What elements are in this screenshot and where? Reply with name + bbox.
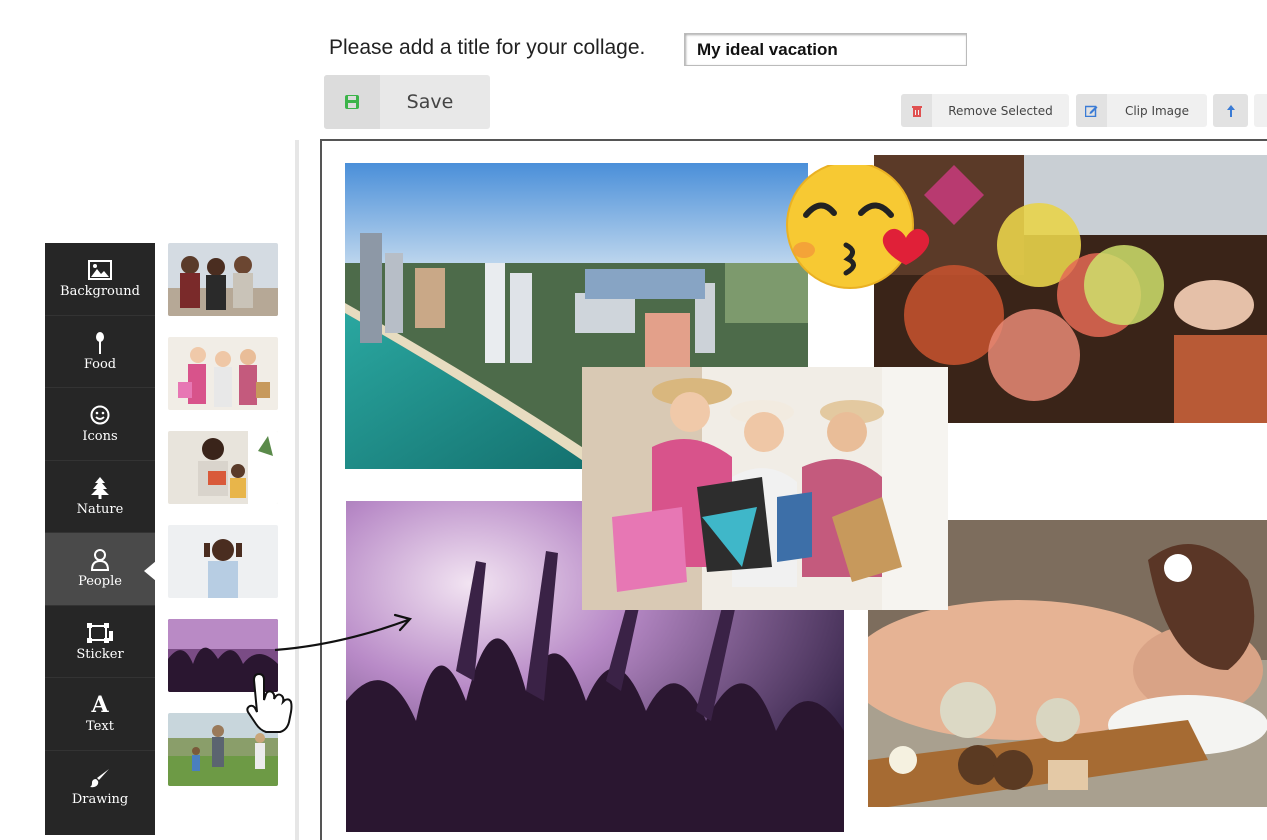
more-tools-button[interactable]	[1254, 94, 1267, 127]
sidebar-item-people[interactable]: People	[45, 533, 156, 606]
letter-a-icon: A	[91, 692, 109, 719]
kiss-emoji-sticker[interactable]	[776, 161, 941, 290]
sidebar-item-sticker[interactable]: Sticker	[45, 606, 155, 678]
smiley-icon	[90, 403, 110, 427]
clip-image-label: Clip Image	[1124, 103, 1190, 118]
sidebar-item-icons[interactable]: Icons	[45, 388, 155, 461]
sidebar-item-drawing[interactable]: Drawing	[45, 751, 155, 824]
sidebar-item-background[interactable]: Background	[45, 243, 155, 316]
arrow-up-icon	[1213, 94, 1248, 127]
title-prompt: Please add a title for your collage.	[329, 36, 646, 59]
trash-icon	[901, 94, 932, 127]
photo-shopping-women[interactable]	[582, 367, 948, 610]
people-thumbnail-2[interactable]	[168, 337, 278, 410]
sidebar-item-label: Drawing	[71, 792, 129, 808]
tree-icon	[91, 476, 109, 500]
floppy-disk-icon	[324, 75, 380, 129]
crop-icon	[87, 621, 113, 645]
collage-editor: Please add a title for your collage. Sav…	[0, 0, 1267, 840]
sidebar-item-label: Background	[60, 284, 140, 300]
sidebar-item-label: Nature	[76, 501, 124, 517]
spoon-icon	[95, 331, 105, 355]
hand-cursor-icon	[246, 672, 293, 733]
people-thumbnail-4[interactable]	[168, 525, 278, 598]
people-thumbnail-3[interactable]	[168, 431, 278, 504]
move-up-button[interactable]	[1213, 94, 1248, 127]
save-button-label: Save	[406, 91, 454, 113]
sidebar-item-label: Food	[83, 356, 117, 372]
category-sidebar: Background Food Icons Nature People Stic…	[45, 243, 156, 835]
clip-image-button[interactable]: Clip Image	[1076, 94, 1207, 127]
remove-selected-button[interactable]: Remove Selected	[901, 94, 1069, 127]
sidebar-item-label: Text	[86, 719, 114, 735]
image-icon	[88, 258, 112, 282]
brush-icon	[90, 766, 110, 790]
person-icon	[90, 548, 110, 572]
edit-icon	[1076, 94, 1107, 127]
sidebar-item-label: People	[78, 574, 122, 590]
remove-selected-label: Remove Selected	[948, 103, 1053, 118]
sidebar-item-label: Sticker	[76, 646, 124, 662]
sidebar-item-food[interactable]: Food	[45, 316, 155, 388]
sidebar-item-nature[interactable]: Nature	[45, 461, 155, 533]
sidebar-item-text[interactable]: A Text	[45, 678, 155, 751]
save-button[interactable]: Save	[324, 75, 490, 129]
people-thumbnail-1[interactable]	[168, 243, 278, 316]
title-input[interactable]	[684, 33, 967, 66]
sidebar-item-label: Icons	[82, 429, 118, 445]
drag-arrow-icon	[274, 613, 413, 652]
